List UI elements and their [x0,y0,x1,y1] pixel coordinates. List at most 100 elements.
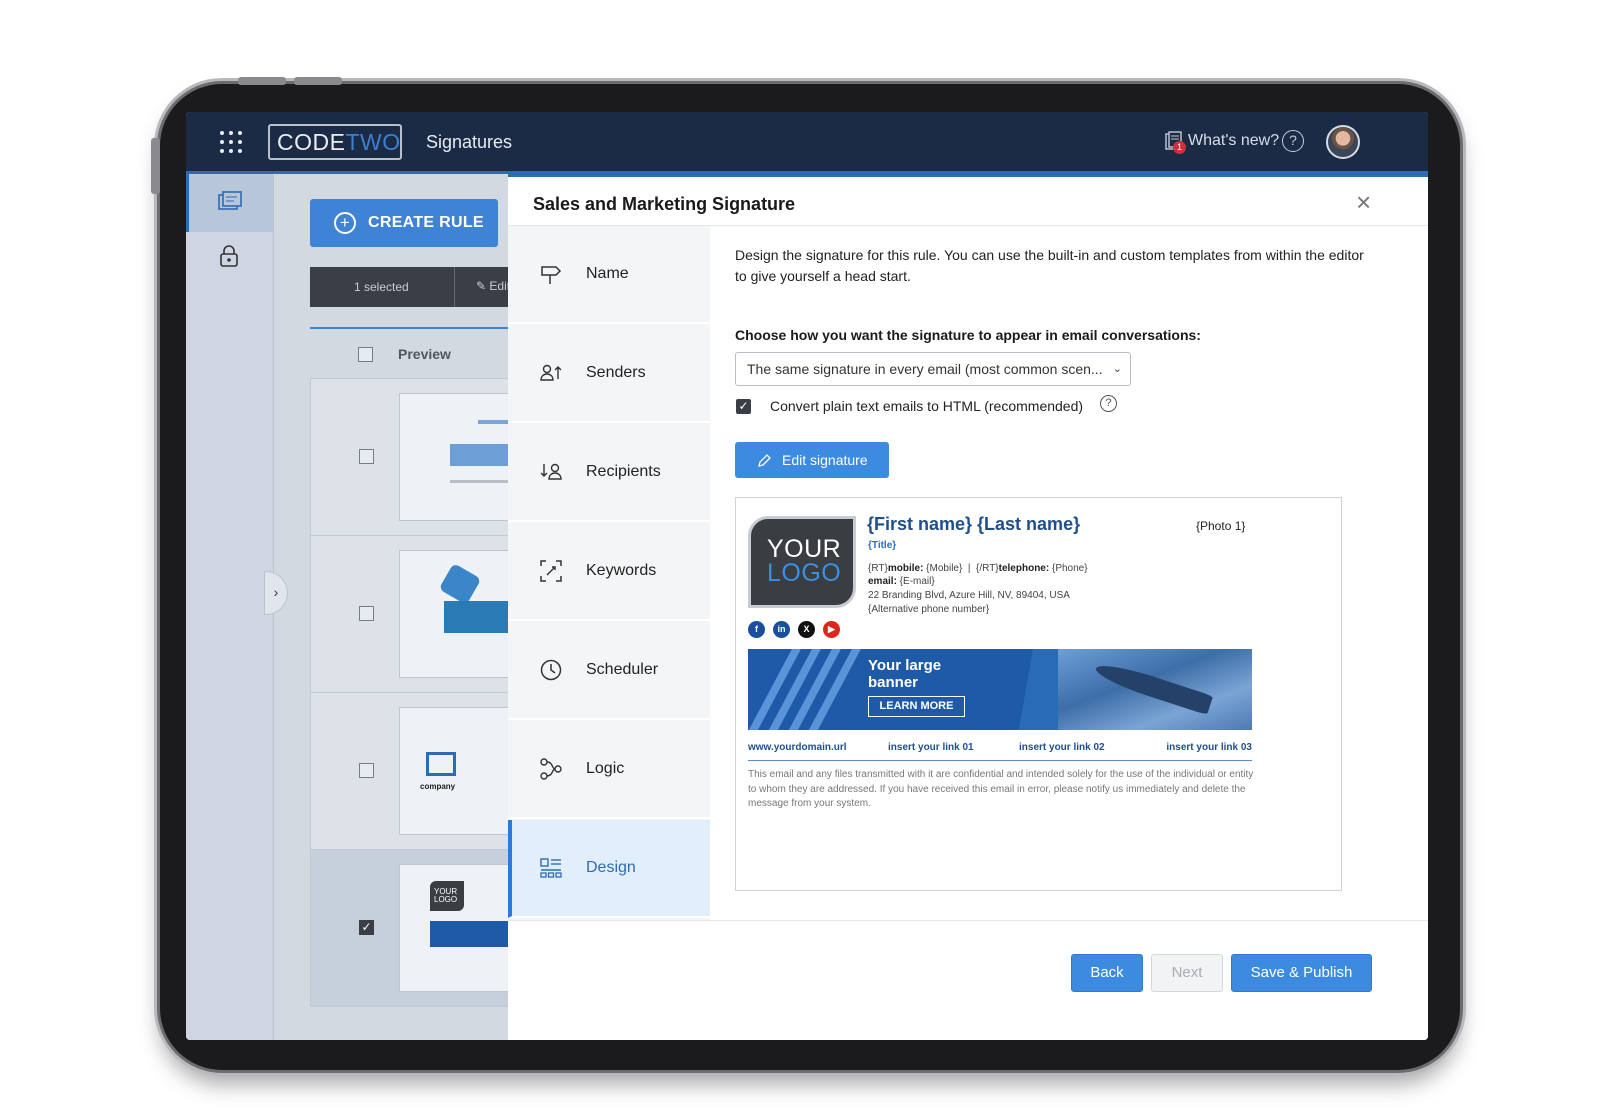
news-icon: 1 [1164,131,1186,154]
selected-count: 1 selected [354,280,409,294]
whats-new-button[interactable]: 1 What's new? [1164,128,1279,154]
step-name[interactable]: Name [508,226,710,324]
edit-button[interactable]: ✎ Edit [476,279,510,293]
app-launcher-icon[interactable] [220,131,242,153]
select-value: The same signature in every email (most … [747,361,1103,377]
row-checkbox[interactable] [359,449,374,464]
signature-disclaimer: This email and any files transmitted wit… [748,769,1254,809]
table-row[interactable] [310,378,521,536]
lock-icon [220,245,238,267]
app-title: Signatures [426,132,513,152]
toolbar-divider [454,267,455,307]
logo-text: CODE [277,129,346,155]
signpost-icon [538,261,564,287]
youtube-icon[interactable]: ▶ [823,621,840,638]
step-label: Logic [586,760,625,777]
pencil-icon [758,453,771,467]
preview-column-header: Preview [398,346,451,362]
signature-alt-phone: {Alternative phone number} [868,604,990,615]
save-publish-button[interactable]: Save & Publish [1231,954,1372,992]
step-recipients[interactable]: Recipients [508,424,710,522]
step-design[interactable]: Design [508,820,710,918]
signature-phone-line: {RT}mobile: {Mobile} | {/RT}telephone: {… [868,563,1088,574]
step-keywords[interactable]: Keywords [508,523,710,621]
signature-link[interactable]: insert your link 02 [1019,742,1105,753]
step-label: Design [586,859,636,876]
step-logic[interactable]: Logic [508,721,710,819]
step-label: Name [586,265,629,282]
nav-item-security[interactable] [218,244,240,268]
thumb-company-label: company [420,782,456,791]
wizard-steps: Name Senders Recipients Keywords Schedul… [508,226,710,920]
chevron-down-icon: ⌄ [1112,363,1122,375]
logo-line2: LOGO [767,559,842,587]
signature-link[interactable]: www.yourdomain.url [748,742,847,753]
signature-preview: YOUR LOGO {First name} {Last name} {Title… [735,497,1342,891]
telephone-value: {Phone} [1049,563,1088,574]
signature-thumbnail [399,393,521,521]
row-checkbox[interactable] [359,763,374,778]
clock-icon [538,657,564,683]
conversation-mode-select[interactable]: The same signature in every email (most … [735,352,1131,386]
plus-icon: + [334,212,356,234]
keywords-icon [538,558,564,584]
step-label: Keywords [586,562,657,579]
intro-text: Design the signature for this rule. You … [735,247,1364,284]
tablet-button-top-1 [238,77,286,85]
row-checkbox[interactable] [359,606,374,621]
modal-footer-divider [508,920,1428,921]
signature-title: {Title} [868,540,897,551]
step-senders[interactable]: Senders [508,325,710,423]
notification-badge: 1 [1173,141,1186,154]
mobile-label: mobile: [887,563,924,574]
next-button[interactable]: Next [1151,954,1223,992]
selection-toolbar: 1 selected ✎ Edit [310,267,520,307]
help-icon[interactable]: ? [1100,395,1117,412]
modal-title: Sales and Marketing Signature [533,194,796,214]
left-nav-rail [186,174,274,1040]
convert-html-checkbox[interactable]: ✓ [736,399,751,414]
table-row[interactable]: company [310,692,521,850]
nav-item-signatures[interactable] [186,174,274,232]
table-row-selected[interactable]: ✓ YOUR LOGO [310,849,521,1007]
tablet-button-top-2 [294,77,342,85]
help-icon[interactable]: ? [1282,130,1304,152]
signature-photo-placeholder: {Photo 1} [1196,519,1246,533]
back-button[interactable]: Back [1071,954,1143,992]
learn-more-button[interactable]: LEARN MORE [868,696,965,717]
facebook-icon[interactable]: f [748,621,765,638]
create-rule-button[interactable]: + CREATE RULE [310,199,498,247]
signature-thumbnail [399,550,521,678]
signature-email-line: email: {E-mail} [868,576,935,587]
rule-modal: Sales and Marketing Signature × Name Sen… [508,174,1428,1040]
banner-title: Your large banner [868,657,942,691]
table-row[interactable] [310,535,521,693]
signature-link[interactable]: insert your link 01 [888,742,974,753]
edit-signature-button[interactable]: Edit signature [735,442,889,478]
linkedin-icon[interactable]: in [773,621,790,638]
rt-tag: {RT} [868,563,888,574]
select-all-checkbox[interactable] [358,347,373,362]
telephone-label: telephone: [998,563,1050,574]
codetwo-logo: CODETWO [268,124,402,160]
user-avatar[interactable] [1326,125,1360,159]
whats-new-label: What's new? [1188,132,1280,149]
signature-link[interactable]: insert your link 03 [1166,742,1252,753]
signature-address: 22 Branding Blvd, Azure Hill, NV, 89404,… [868,590,1070,601]
mobile-value: {Mobile} | {/RT} [923,563,999,574]
tablet-button-side [151,138,160,194]
step-scheduler[interactable]: Scheduler [508,622,710,720]
close-icon[interactable]: × [1356,189,1371,215]
logo-line1: YOUR [767,535,842,563]
edit-signature-label: Edit signature [782,452,868,468]
step-label: Scheduler [586,661,659,678]
x-icon[interactable]: X [798,621,815,638]
list-header-divider [310,327,520,329]
signature-thumbnail: YOUR LOGO [399,864,521,992]
signature-banner[interactable]: Your large banner LEARN MORE [748,649,1252,730]
edit-label: Edit [489,279,511,293]
top-bar: CODETWO Signatures 1 What's new? ? [186,112,1428,174]
logic-icon [538,756,564,782]
links-divider [748,760,1252,761]
row-checkbox-checked[interactable]: ✓ [359,920,374,935]
